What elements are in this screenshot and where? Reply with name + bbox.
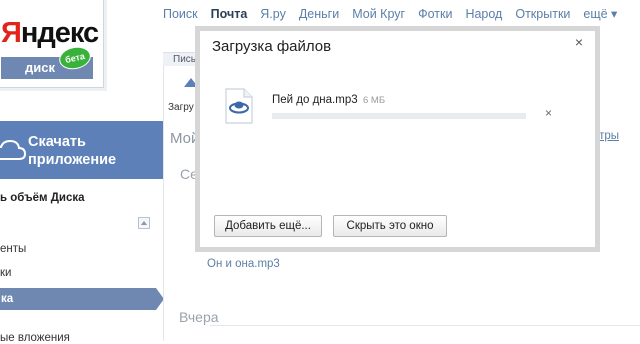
nav-link-narod[interactable]: Народ (465, 7, 502, 21)
sidebar-item-label: ка (1, 293, 14, 305)
yandex-disk-logo[interactable]: Яндекс диск бета (0, 0, 104, 88)
content-divider (163, 60, 164, 341)
add-more-button[interactable]: Добавить ещё... (214, 215, 322, 237)
logo-wordmark: Яндекс (1, 17, 99, 49)
sidebar-item-pictures[interactable]: ки (0, 267, 11, 279)
nav-link-mail[interactable]: Почта (211, 7, 248, 21)
upload-tool-label: Загру (168, 102, 194, 113)
section-heading-yesterday: Вчера (179, 309, 219, 325)
nav-link-photos[interactable]: Фотки (418, 7, 452, 21)
logo-sublabel: диск (25, 60, 55, 75)
nav-link-yaru[interactable]: Я.ру (260, 7, 286, 21)
close-icon[interactable]: × (575, 34, 583, 50)
download-app-label: Скачать приложение (28, 134, 117, 168)
file-link[interactable]: Он и она.mp3 (207, 258, 280, 270)
audio-file-icon (225, 88, 253, 124)
divider (210, 325, 640, 326)
collapse-up-icon[interactable] (138, 217, 150, 229)
nav-link-more[interactable]: ещё ▾ (583, 6, 617, 21)
upload-file-name: Пей до дна.mp3 (272, 94, 358, 106)
sidebar-item-documents[interactable]: енты (0, 243, 26, 255)
sidebar-item-music[interactable]: ка (0, 288, 164, 310)
nav-link-cards[interactable]: Открытки (515, 7, 570, 21)
nav-link-search[interactable]: Поиск (163, 7, 198, 21)
upload-dialog: Загрузка файлов × Пей до дна.mp3 6 МБ × … (195, 26, 600, 252)
hide-window-button[interactable]: Скрыть это окно (333, 215, 447, 237)
upload-file-size: 6 МБ (363, 95, 386, 106)
cloud-icon (0, 139, 26, 160)
upload-progress-bar (272, 113, 526, 119)
nav-link-moikrug[interactable]: Мой Круг (352, 7, 405, 21)
dialog-title: Загрузка файлов (212, 38, 332, 55)
nav-link-money[interactable]: Деньги (299, 7, 339, 21)
disk-quota-label: ь объём Диска (0, 192, 85, 204)
cancel-upload-icon[interactable]: × (545, 106, 552, 120)
download-app-button[interactable]: Скачать приложение (0, 121, 164, 179)
sidebar-item-mail-attachments[interactable]: ые вложения (0, 332, 70, 344)
